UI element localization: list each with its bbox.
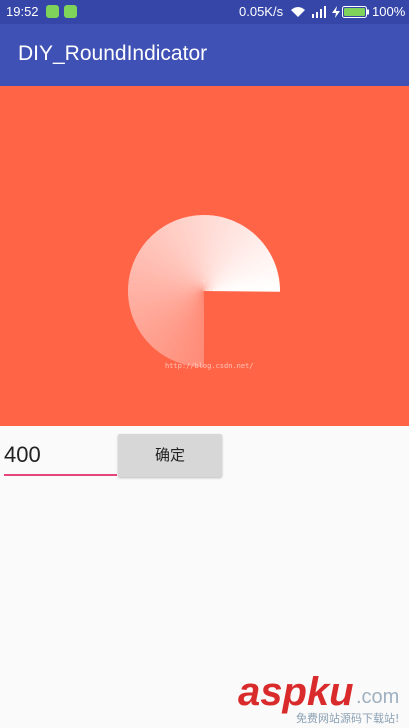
wifi-icon [291, 7, 305, 17]
aspku-logo: aspku .com 免费网站源码下载站! [238, 670, 406, 726]
confirm-button[interactable]: 确定 [118, 434, 222, 477]
value-input[interactable]: 400 [4, 438, 117, 476]
signal-icon [312, 6, 326, 18]
watermark-url: http://blog.csdn.net/ [165, 362, 254, 370]
round-indicator-panel: http://blog.csdn.net/ [0, 86, 409, 426]
battery-icon [342, 6, 369, 18]
app-title: DIY_RoundIndicator [18, 42, 208, 65]
status-time: 19:52 [6, 4, 39, 19]
network-speed: 0.05K/s [239, 4, 284, 19]
logo-slogan: 免费网站源码下载站! [296, 712, 400, 725]
battery-percent: 100% [372, 4, 406, 19]
sim-card-icon [46, 5, 59, 18]
notification-app-icon [64, 5, 77, 18]
logo-brand-main: aspku [238, 670, 354, 714]
app-bar: DIY_RoundIndicator [0, 24, 409, 86]
charging-icon [332, 6, 340, 18]
status-bar: 19:52 0.05K/s 100% [0, 0, 409, 24]
logo-brand-suffix: .com [356, 686, 400, 708]
round-indicator [128, 215, 280, 367]
